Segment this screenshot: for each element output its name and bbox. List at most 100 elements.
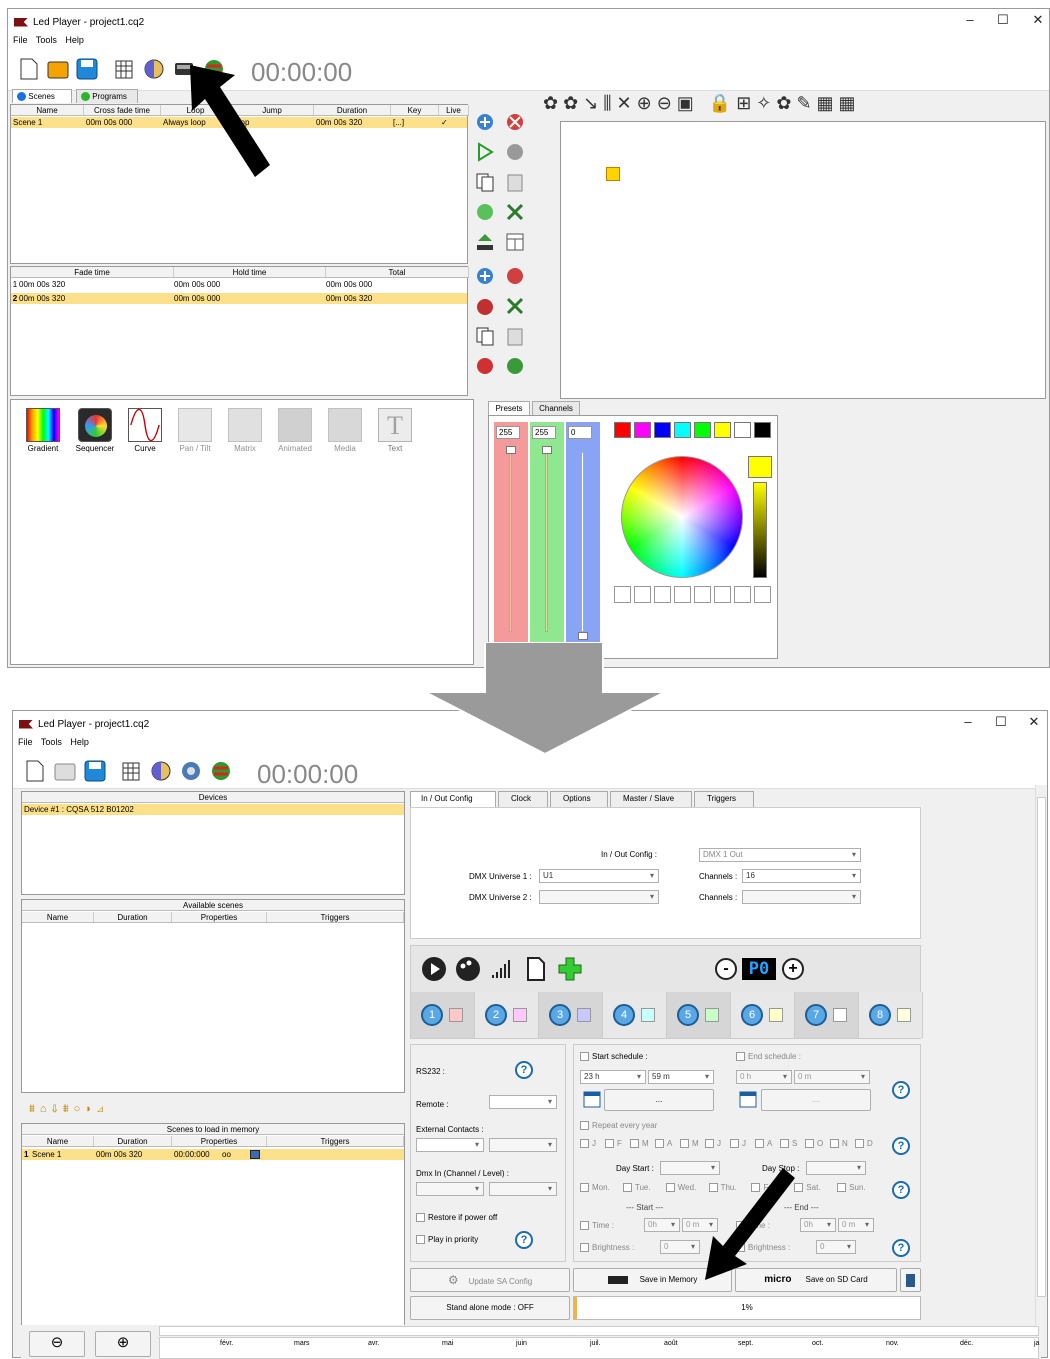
paste-icon[interactable] xyxy=(504,171,526,193)
end-minute[interactable]: 0 m xyxy=(794,1070,870,1084)
signal-icon[interactable] xyxy=(489,956,515,982)
preset-swatch[interactable] xyxy=(634,422,651,438)
led-pixel[interactable] xyxy=(606,167,620,181)
open-folder-icon[interactable] xyxy=(46,57,70,81)
brightness-bar[interactable] xyxy=(753,482,767,578)
tab-programs[interactable]: Programs xyxy=(76,89,138,103)
remove-scene-icon[interactable] xyxy=(504,111,526,133)
preset-swatch[interactable] xyxy=(734,422,751,438)
start-brightness-value[interactable]: 0 xyxy=(660,1240,700,1254)
channel-number[interactable]: 7 xyxy=(805,1004,827,1026)
minimize-button[interactable]: – xyxy=(955,12,985,27)
end-brightness-value[interactable]: 0 xyxy=(816,1240,856,1254)
start-minute[interactable]: 59 m xyxy=(648,1070,714,1084)
play-mode-icon[interactable] xyxy=(421,956,447,982)
col-total[interactable]: Total xyxy=(326,267,469,277)
add-scene-icon[interactable] xyxy=(474,111,496,133)
color-disc-icon[interactable] xyxy=(142,57,166,81)
channels2-select[interactable] xyxy=(742,890,861,904)
months-help-icon[interactable]: ? xyxy=(892,1137,910,1155)
custom-swatch[interactable] xyxy=(614,586,631,603)
red-slider[interactable]: 255 xyxy=(494,422,528,654)
menu-help[interactable]: Help xyxy=(65,35,84,45)
days-help-icon[interactable]: ? xyxy=(892,1181,910,1199)
tab-clock[interactable]: Clock xyxy=(498,791,548,807)
col-name[interactable]: Name xyxy=(22,912,94,922)
tab-master-slave[interactable]: Master / Slave xyxy=(610,791,692,807)
matrix-grid-icon[interactable] xyxy=(112,57,136,81)
priority-help-icon[interactable]: ? xyxy=(515,1231,533,1249)
paste-step-icon[interactable] xyxy=(504,325,526,347)
start-date-button[interactable]: ... xyxy=(604,1089,714,1111)
day-checkbox[interactable]: Tue. xyxy=(622,1183,666,1195)
repeat-checkbox[interactable]: Repeat every year xyxy=(580,1121,657,1131)
green-slider[interactable]: 255 xyxy=(530,422,564,654)
day-checkbox[interactable]: Sat. xyxy=(794,1183,837,1195)
month-checkbox[interactable]: D xyxy=(855,1139,880,1151)
month-checkbox[interactable]: M xyxy=(630,1139,655,1151)
rs232-help-icon[interactable]: ? xyxy=(515,1061,533,1079)
duplicate-icon[interactable] xyxy=(474,201,496,223)
day-stop-select[interactable] xyxy=(806,1161,866,1175)
channel-7[interactable]: 7 xyxy=(795,992,859,1038)
save-icon[interactable] xyxy=(75,57,99,81)
new-file-icon[interactable] xyxy=(23,759,47,783)
channel-2[interactable]: 2 xyxy=(475,992,539,1038)
external-select-2[interactable] xyxy=(489,1138,557,1152)
tab-triggers[interactable]: Triggers xyxy=(694,791,754,807)
standalone-mode-button[interactable]: Stand alone mode : OFF xyxy=(410,1296,570,1320)
timeline-scroll[interactable] xyxy=(159,1326,1039,1336)
layout-icon[interactable] xyxy=(504,231,526,253)
month-checkbox[interactable]: O xyxy=(805,1139,830,1151)
channel-color-swatch[interactable] xyxy=(769,1008,783,1022)
record-icon[interactable] xyxy=(504,141,526,163)
zoom-out-button[interactable]: ⊖ xyxy=(29,1331,85,1357)
channel-color-swatch[interactable] xyxy=(641,1008,655,1022)
priority-checkbox[interactable]: Play in priority xyxy=(416,1235,478,1245)
preset-swatch[interactable] xyxy=(754,422,771,438)
brightness-help-icon[interactable]: ? xyxy=(892,1239,910,1257)
month-checkbox[interactable]: A xyxy=(655,1139,680,1151)
start-brightness-checkbox[interactable]: Brightness : xyxy=(580,1243,634,1253)
preset-swatch[interactable] xyxy=(714,422,731,438)
matrix-grid-icon[interactable] xyxy=(119,759,143,783)
channel-number[interactable]: 5 xyxy=(677,1004,699,1026)
day-checkbox[interactable]: Sun. xyxy=(837,1183,880,1195)
remote-select[interactable] xyxy=(489,1095,557,1109)
end-time-hour[interactable]: 0h xyxy=(800,1218,836,1232)
color-wheel[interactable] xyxy=(621,456,743,578)
move-down-icon[interactable] xyxy=(504,355,526,377)
end-calendar-icon[interactable] xyxy=(738,1089,758,1109)
timer-icon[interactable] xyxy=(474,295,496,317)
green-handle[interactable] xyxy=(542,446,552,454)
custom-swatch[interactable] xyxy=(754,586,771,603)
start-time-checkbox[interactable]: Time : xyxy=(580,1221,614,1231)
cell[interactable]: ✓ xyxy=(439,117,467,128)
channel-color-swatch[interactable] xyxy=(833,1008,847,1022)
col-duration[interactable]: Duration xyxy=(94,912,172,922)
copy-icon[interactable] xyxy=(474,171,496,193)
minus-button[interactable]: - xyxy=(715,958,737,980)
menu-file[interactable]: File xyxy=(13,35,28,45)
custom-swatch[interactable] xyxy=(634,586,651,603)
table-row[interactable]: 1 00m 00s 320 00m 00s 000 00m 00s 000 xyxy=(11,279,467,290)
custom-swatch[interactable] xyxy=(674,586,691,603)
table-row[interactable]: 1 Scene 1 00m 00s 320 00:00:000 oo xyxy=(22,1149,404,1160)
external-select-1[interactable] xyxy=(416,1138,484,1152)
start-hour[interactable]: 23 h xyxy=(580,1070,646,1084)
scene-action-icons[interactable]: ⩩⌂⇩⩩○◗⊿ xyxy=(29,1103,108,1115)
channel-number[interactable]: 6 xyxy=(741,1004,763,1026)
col-crossfade[interactable]: Cross fade time xyxy=(84,105,161,115)
table-row[interactable]: 2 00m 00s 320 00m 00s 000 00m 00s 320 xyxy=(11,293,467,304)
canvas-area[interactable] xyxy=(560,121,1046,399)
col-duration[interactable]: Duration xyxy=(314,105,391,115)
month-checkbox[interactable]: J xyxy=(705,1139,730,1151)
green-value[interactable]: 255 xyxy=(532,426,556,439)
col-duration[interactable]: Duration xyxy=(94,1136,172,1146)
plus-button[interactable]: + xyxy=(782,958,804,980)
channels-select[interactable]: 16 xyxy=(742,869,861,883)
move-up-icon[interactable] xyxy=(474,355,496,377)
month-checkbox[interactable]: A xyxy=(755,1139,780,1151)
channel-6[interactable]: 6 xyxy=(731,992,795,1038)
io-select[interactable]: DMX 1 Out xyxy=(699,848,861,862)
